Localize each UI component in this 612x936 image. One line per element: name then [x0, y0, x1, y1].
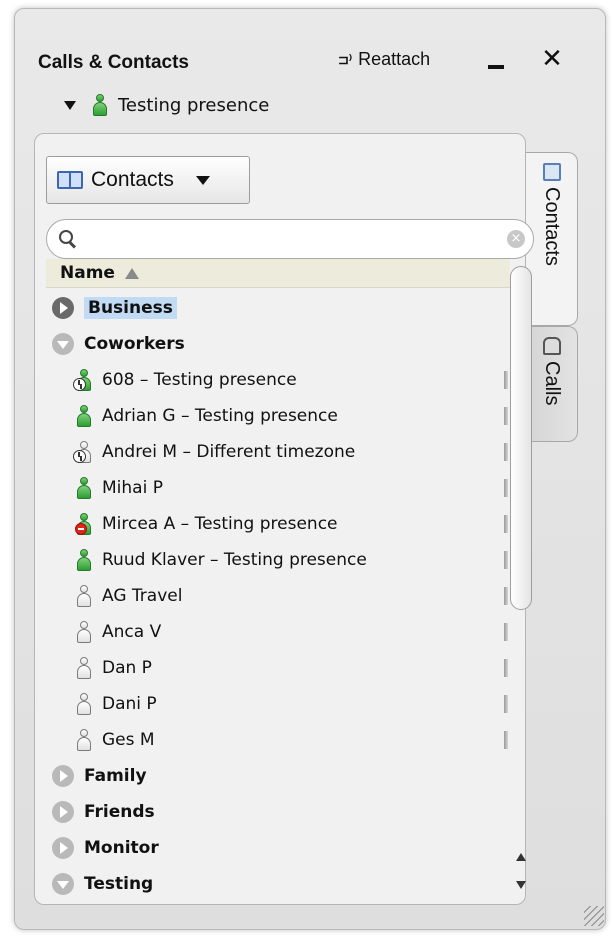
- address-book-icon: [57, 171, 83, 189]
- scroll-up-arrow-icon[interactable]: [511, 846, 531, 868]
- presence-offline-icon: [76, 729, 92, 751]
- title-bar: Calls & Contacts ⊐⁾ Reattach ✕: [0, 0, 612, 80]
- tab-calls-label: Calls: [541, 361, 563, 406]
- list-item[interactable]: AG Travel: [46, 578, 508, 614]
- presence-status-icon: [92, 94, 108, 116]
- group-label: Monitor: [84, 838, 159, 858]
- expand-arrow-icon[interactable]: [52, 837, 74, 859]
- dropdown-arrow-icon: [195, 175, 210, 185]
- group-label: Business: [84, 297, 177, 319]
- search-input[interactable]: [83, 224, 507, 254]
- contact-label: Ges M: [102, 730, 155, 750]
- collapse-arrow-icon[interactable]: [52, 873, 74, 895]
- expand-arrow-icon[interactable]: [52, 297, 74, 319]
- contact-label: Anca V: [102, 622, 162, 642]
- view-select-label: Contacts: [91, 168, 174, 191]
- phone-icon: [542, 337, 561, 355]
- list-item[interactable]: Ges M: [46, 722, 508, 758]
- contact-label: AG Travel: [102, 586, 183, 606]
- vertical-scrollbar[interactable]: [508, 262, 534, 904]
- presence-label: Testing presence: [118, 94, 270, 116]
- presence-selector[interactable]: Testing presence: [64, 94, 269, 116]
- contact-label: Dani P: [102, 694, 157, 714]
- list-item[interactable]: Mircea A – Testing presence: [46, 506, 508, 542]
- group-label: Testing: [84, 874, 154, 894]
- group-row-monitor[interactable]: Monitor: [46, 830, 508, 866]
- group-row-business[interactable]: Business: [46, 290, 508, 326]
- reattach-label: Reattach: [358, 49, 431, 69]
- list-item[interactable]: 608 – Testing presence: [46, 362, 508, 398]
- list-item[interactable]: Dan P: [46, 650, 508, 686]
- list-item[interactable]: Ruud Klaver – Testing presence: [46, 542, 508, 578]
- contact-list: Business Coworkers 608 – Testing presenc…: [46, 290, 508, 900]
- contact-label: Andrei M – Different timezone: [102, 442, 356, 462]
- presence-offline-icon: [76, 621, 92, 643]
- list-item[interactable]: Mihai P: [46, 470, 508, 506]
- expand-arrow-icon[interactable]: [52, 765, 74, 787]
- scroll-down-arrow-icon[interactable]: [511, 874, 531, 896]
- contact-label: Mircea A – Testing presence: [102, 514, 338, 534]
- reattach-button[interactable]: ⊐⁾ Reattach: [338, 49, 430, 70]
- group-row-friends[interactable]: Friends: [46, 794, 508, 830]
- sort-ascending-icon: [124, 267, 139, 279]
- contact-label: Adrian G – Testing presence: [102, 406, 338, 426]
- list-item[interactable]: Anca V: [46, 614, 508, 650]
- search-field: ×: [46, 219, 534, 259]
- tab-contacts-label: Contacts: [541, 187, 563, 266]
- group-row-coworkers[interactable]: Coworkers: [46, 326, 508, 362]
- presence-offline-icon: [76, 657, 92, 679]
- presence-online-icon: [76, 405, 92, 427]
- contacts-book-icon: [542, 163, 561, 181]
- group-label: Family: [84, 766, 147, 786]
- resize-grip-icon[interactable]: [584, 906, 604, 926]
- collapse-arrow-icon[interactable]: [52, 333, 74, 355]
- contact-label: Mihai P: [102, 478, 163, 498]
- presence-offline-icon: [76, 585, 92, 607]
- presence-online-icon: [76, 549, 92, 571]
- search-icon: [59, 230, 77, 248]
- group-row-family[interactable]: Family: [46, 758, 508, 794]
- clear-search-icon[interactable]: ×: [507, 230, 525, 248]
- group-label: Friends: [84, 802, 155, 822]
- column-header-label: Name: [60, 263, 115, 283]
- presence-online-icon: [76, 477, 92, 499]
- column-header-name[interactable]: Name: [46, 259, 510, 288]
- contact-label: Ruud Klaver – Testing presence: [102, 550, 367, 570]
- chevron-down-icon: [64, 100, 76, 110]
- reattach-icon: ⊐⁾: [338, 51, 353, 67]
- window-title: Calls & Contacts: [38, 52, 189, 73]
- presence-offline-icon: [76, 693, 92, 715]
- presence-away-icon: [73, 369, 92, 391]
- view-select-dropdown[interactable]: Contacts: [46, 156, 250, 204]
- presence-away-icon: [73, 441, 92, 463]
- list-item[interactable]: Adrian G – Testing presence: [46, 398, 508, 434]
- minimize-button[interactable]: [482, 44, 510, 72]
- expand-arrow-icon[interactable]: [52, 801, 74, 823]
- presence-dnd-icon: [75, 513, 92, 535]
- contact-label: Dan P: [102, 658, 152, 678]
- contact-label: 608 – Testing presence: [102, 370, 297, 390]
- list-item[interactable]: Dani P: [46, 686, 508, 722]
- close-button[interactable]: ✕: [537, 44, 567, 74]
- scrollbar-thumb[interactable]: [510, 266, 532, 610]
- group-label: Coworkers: [84, 334, 185, 354]
- list-item[interactable]: Andrei M – Different timezone: [46, 434, 508, 470]
- group-row-testing[interactable]: Testing: [46, 866, 508, 900]
